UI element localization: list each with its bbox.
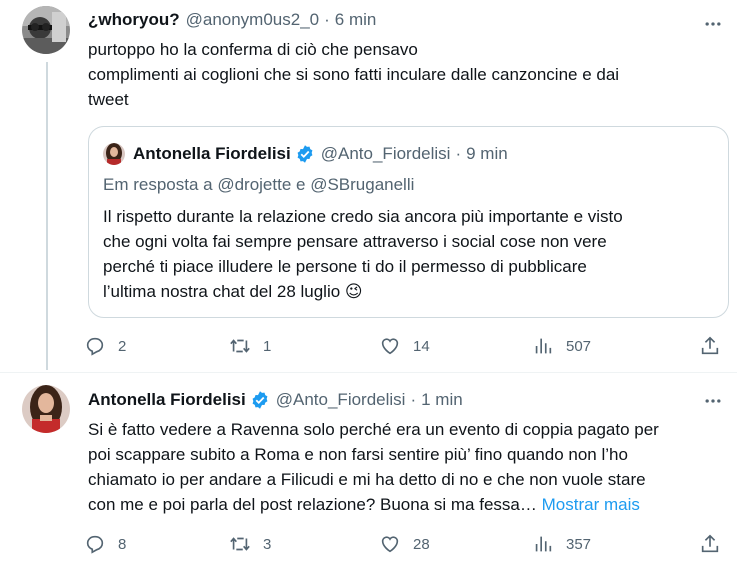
- tweet-text-line: complimenti ai coglioni che si sono fatt…: [88, 65, 620, 84]
- tweet-text-line: con me e poi parla del post relazione? B…: [88, 492, 713, 517]
- share-icon: [701, 336, 719, 355]
- wink-emoji: 😉: [344, 282, 363, 301]
- like-icon: [381, 536, 399, 553]
- reply-context[interactable]: Em resposta a @drojette e @SBruganelli: [103, 175, 414, 195]
- tweet-text-line: chiamato io per andare a Filicudi e mi h…: [88, 470, 646, 489]
- like-count: 28: [413, 535, 430, 553]
- reply-count: 2: [118, 337, 127, 355]
- retweet-button[interactable]: 3: [229, 530, 271, 558]
- handle[interactable]: @Anto_Fiordelisi: [276, 390, 406, 410]
- verified-badge-icon: [297, 145, 313, 163]
- tweet-text: purtoppo ho la conferma di ciò che pensa…: [88, 37, 718, 112]
- display-name[interactable]: Antonella Fiordelisi: [133, 144, 291, 164]
- quote-text-line: Il rispetto durante la relazione credo s…: [103, 207, 623, 226]
- avatar-antonella[interactable]: [103, 143, 125, 165]
- quote-text-line: perché ti piace illudere le persone ti d…: [103, 257, 587, 276]
- views-count: 507: [566, 337, 592, 355]
- quote-text-segment: l’ultima nostra chat del 28 luglio: [103, 282, 341, 301]
- thread-line: [46, 62, 48, 370]
- action-bar: 2 1 14 507: [84, 332, 729, 360]
- quote-text-line: l’ultima nostra chat del 28 luglio 😉: [103, 279, 718, 304]
- share-icon: [701, 534, 719, 553]
- like-button[interactable]: 14: [379, 332, 430, 360]
- views-count: 357: [566, 535, 592, 553]
- display-name[interactable]: ¿whoryou?: [88, 10, 180, 30]
- tweet-text-line: purtoppo ho la conferma di ciò che pensa…: [88, 40, 418, 59]
- retweet-button[interactable]: 1: [229, 332, 271, 360]
- separator-dot: ·: [410, 390, 417, 409]
- quote-header: Antonella Fiordelisi @Anto_Fiordelisi · …: [133, 144, 508, 164]
- separator-dot: ·: [455, 144, 462, 163]
- tweet-text-line: tweet: [88, 90, 129, 109]
- handle[interactable]: @anonym0us2_0: [186, 10, 320, 30]
- like-button[interactable]: 28: [379, 530, 430, 558]
- retweet-icon: [230, 537, 250, 551]
- more-icon[interactable]: [701, 389, 725, 413]
- reply-icon: [86, 535, 104, 554]
- timestamp[interactable]: 1 min: [421, 390, 463, 410]
- retweet-count: 3: [263, 535, 272, 553]
- views-icon: [535, 338, 552, 354]
- avatar-antonella[interactable]: [22, 385, 70, 433]
- share-button[interactable]: [699, 530, 721, 558]
- tweet-header: ¿whoryou? @anonym0us2_0 · 6 min: [88, 10, 376, 30]
- tweet-text: Si è fatto vedere a Ravenna solo perché …: [88, 417, 713, 517]
- reply-icon: [86, 337, 104, 356]
- tweet-text-line: Si è fatto vedere a Ravenna solo perché …: [88, 420, 659, 439]
- views-button[interactable]: 507: [532, 332, 591, 360]
- more-icon[interactable]: [701, 12, 725, 36]
- retweet-icon: [230, 339, 250, 353]
- quote-text: Il rispetto durante la relazione credo s…: [103, 204, 718, 304]
- like-count: 14: [413, 337, 430, 355]
- share-button[interactable]: [699, 332, 721, 360]
- show-more-link[interactable]: Mostrar mais: [542, 495, 640, 514]
- quote-text-line: che ogni volta fai sempre pensare attrav…: [103, 232, 607, 251]
- retweet-count: 1: [263, 337, 272, 355]
- handle[interactable]: @Anto_Fiordelisi: [321, 144, 451, 164]
- timestamp[interactable]: 9 min: [466, 144, 508, 164]
- reply-button[interactable]: 2: [84, 332, 126, 360]
- views-button[interactable]: 357: [532, 530, 591, 558]
- timestamp[interactable]: 6 min: [335, 10, 377, 30]
- like-icon: [381, 338, 399, 355]
- display-name[interactable]: Antonella Fiordelisi: [88, 390, 246, 410]
- tweet-1[interactable]: ¿whoryou? @anonym0us2_0 · 6 min purtoppo…: [0, 0, 737, 372]
- tweet-header: Antonella Fiordelisi @Anto_Fiordelisi · …: [88, 390, 463, 410]
- quoted-tweet[interactable]: Antonella Fiordelisi @Anto_Fiordelisi · …: [88, 126, 729, 318]
- views-icon: [535, 536, 552, 552]
- tweet-text-segment: con me e poi parla del post relazione? B…: [88, 495, 537, 514]
- tweet-text-line: poi scappare subito a Roma e non farsi s…: [88, 445, 628, 464]
- avatar-whoryou[interactable]: [22, 6, 70, 54]
- reply-count: 8: [118, 535, 127, 553]
- verified-badge-icon: [252, 391, 268, 409]
- reply-button[interactable]: 8: [84, 530, 126, 558]
- separator-dot: ·: [324, 10, 330, 29]
- tweet-2[interactable]: Antonella Fiordelisi @Anto_Fiordelisi · …: [0, 373, 737, 568]
- action-bar: 8 3 28 357: [84, 530, 729, 558]
